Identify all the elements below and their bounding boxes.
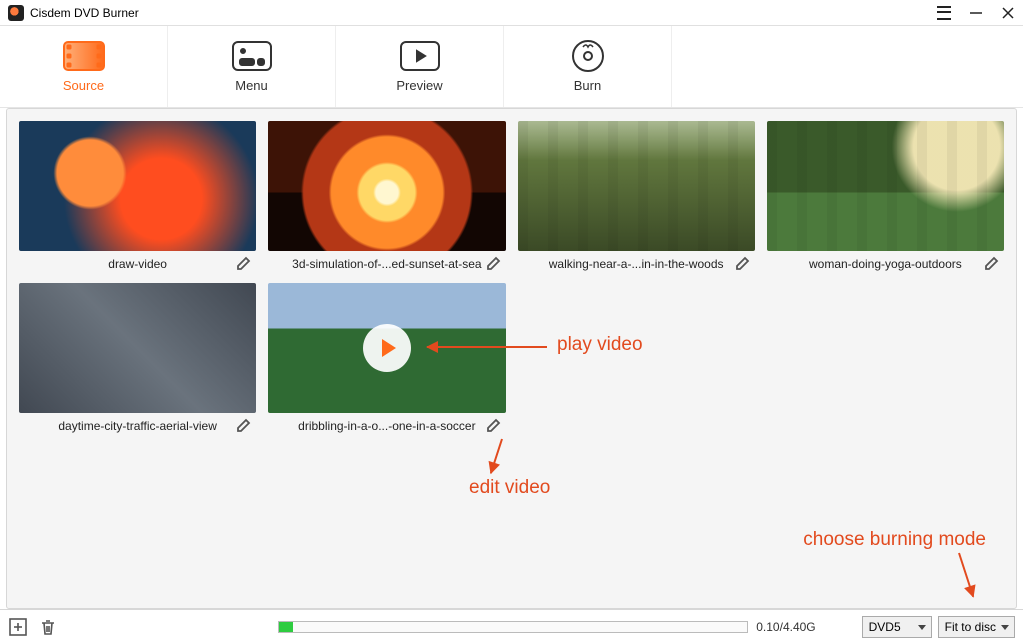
app-icon (8, 5, 24, 21)
app-title: Cisdem DVD Burner (30, 6, 139, 20)
video-thumb[interactable] (767, 121, 1004, 251)
video-thumb[interactable] (268, 121, 505, 251)
tab-label: Source (63, 78, 104, 93)
tab-burn[interactable]: Burn (504, 26, 672, 107)
tab-label: Burn (574, 78, 601, 93)
bottombar: 0.10/4.40G DVD5 Fit to disc (0, 609, 1023, 643)
add-button[interactable] (8, 617, 28, 637)
minimize-icon[interactable] (969, 6, 983, 20)
disc-type-select[interactable]: DVD5 (862, 616, 932, 638)
play-icon[interactable] (363, 324, 411, 372)
video-caption: daytime-city-traffic-aerial-view (58, 419, 216, 433)
trash-button[interactable] (38, 617, 58, 637)
video-caption: walking-near-a-...in-in-the-woods (549, 257, 724, 271)
video-thumb[interactable] (268, 283, 505, 413)
capacity-bar (278, 621, 748, 633)
annotation-mode: choose burning mode (803, 529, 986, 551)
edit-icon[interactable] (236, 255, 254, 273)
video-card[interactable]: woman-doing-yoga-outdoors (767, 121, 1004, 271)
video-caption: woman-doing-yoga-outdoors (809, 257, 962, 271)
video-grid: draw-video 3d-simulation-of-...ed-sunset… (7, 109, 1016, 445)
video-thumb[interactable] (19, 283, 256, 413)
video-caption: 3d-simulation-of-...ed-sunset-at-sea (292, 257, 481, 271)
workspace: draw-video 3d-simulation-of-...ed-sunset… (6, 108, 1017, 609)
capacity-label: 0.10/4.40G (756, 620, 815, 634)
edit-icon[interactable] (236, 417, 254, 435)
edit-icon[interactable] (735, 255, 753, 273)
edit-icon[interactable] (984, 255, 1002, 273)
menu-icon[interactable] (937, 6, 951, 20)
tab-label: Preview (396, 78, 442, 93)
video-thumb[interactable] (19, 121, 256, 251)
film-icon (63, 41, 105, 71)
main-tabs: Source Menu Preview Burn (0, 26, 1023, 108)
close-icon[interactable] (1001, 6, 1015, 20)
preview-icon (400, 41, 440, 71)
menu-layout-icon (232, 41, 272, 71)
tab-label: Menu (235, 78, 268, 93)
video-card[interactable]: 3d-simulation-of-...ed-sunset-at-sea (268, 121, 505, 271)
tab-menu[interactable]: Menu (168, 26, 336, 107)
titlebar: Cisdem DVD Burner (0, 0, 1023, 26)
annotation-arrow (958, 553, 974, 597)
disc-icon (571, 39, 605, 73)
tab-source[interactable]: Source (0, 26, 168, 107)
annotation-edit: edit video (469, 477, 550, 499)
video-card[interactable]: walking-near-a-...in-in-the-woods (518, 121, 755, 271)
fit-mode-select[interactable]: Fit to disc (938, 616, 1015, 638)
video-card[interactable]: draw-video (19, 121, 256, 271)
video-card[interactable]: dribbling-in-a-o...-one-in-a-soccer (268, 283, 505, 433)
edit-icon[interactable] (486, 417, 504, 435)
tab-preview[interactable]: Preview (336, 26, 504, 107)
video-thumb[interactable] (518, 121, 755, 251)
video-caption: draw-video (108, 257, 167, 271)
video-card[interactable]: daytime-city-traffic-aerial-view (19, 283, 256, 433)
video-caption: dribbling-in-a-o...-one-in-a-soccer (298, 419, 475, 433)
annotation-arrow (427, 346, 547, 348)
edit-icon[interactable] (486, 255, 504, 273)
